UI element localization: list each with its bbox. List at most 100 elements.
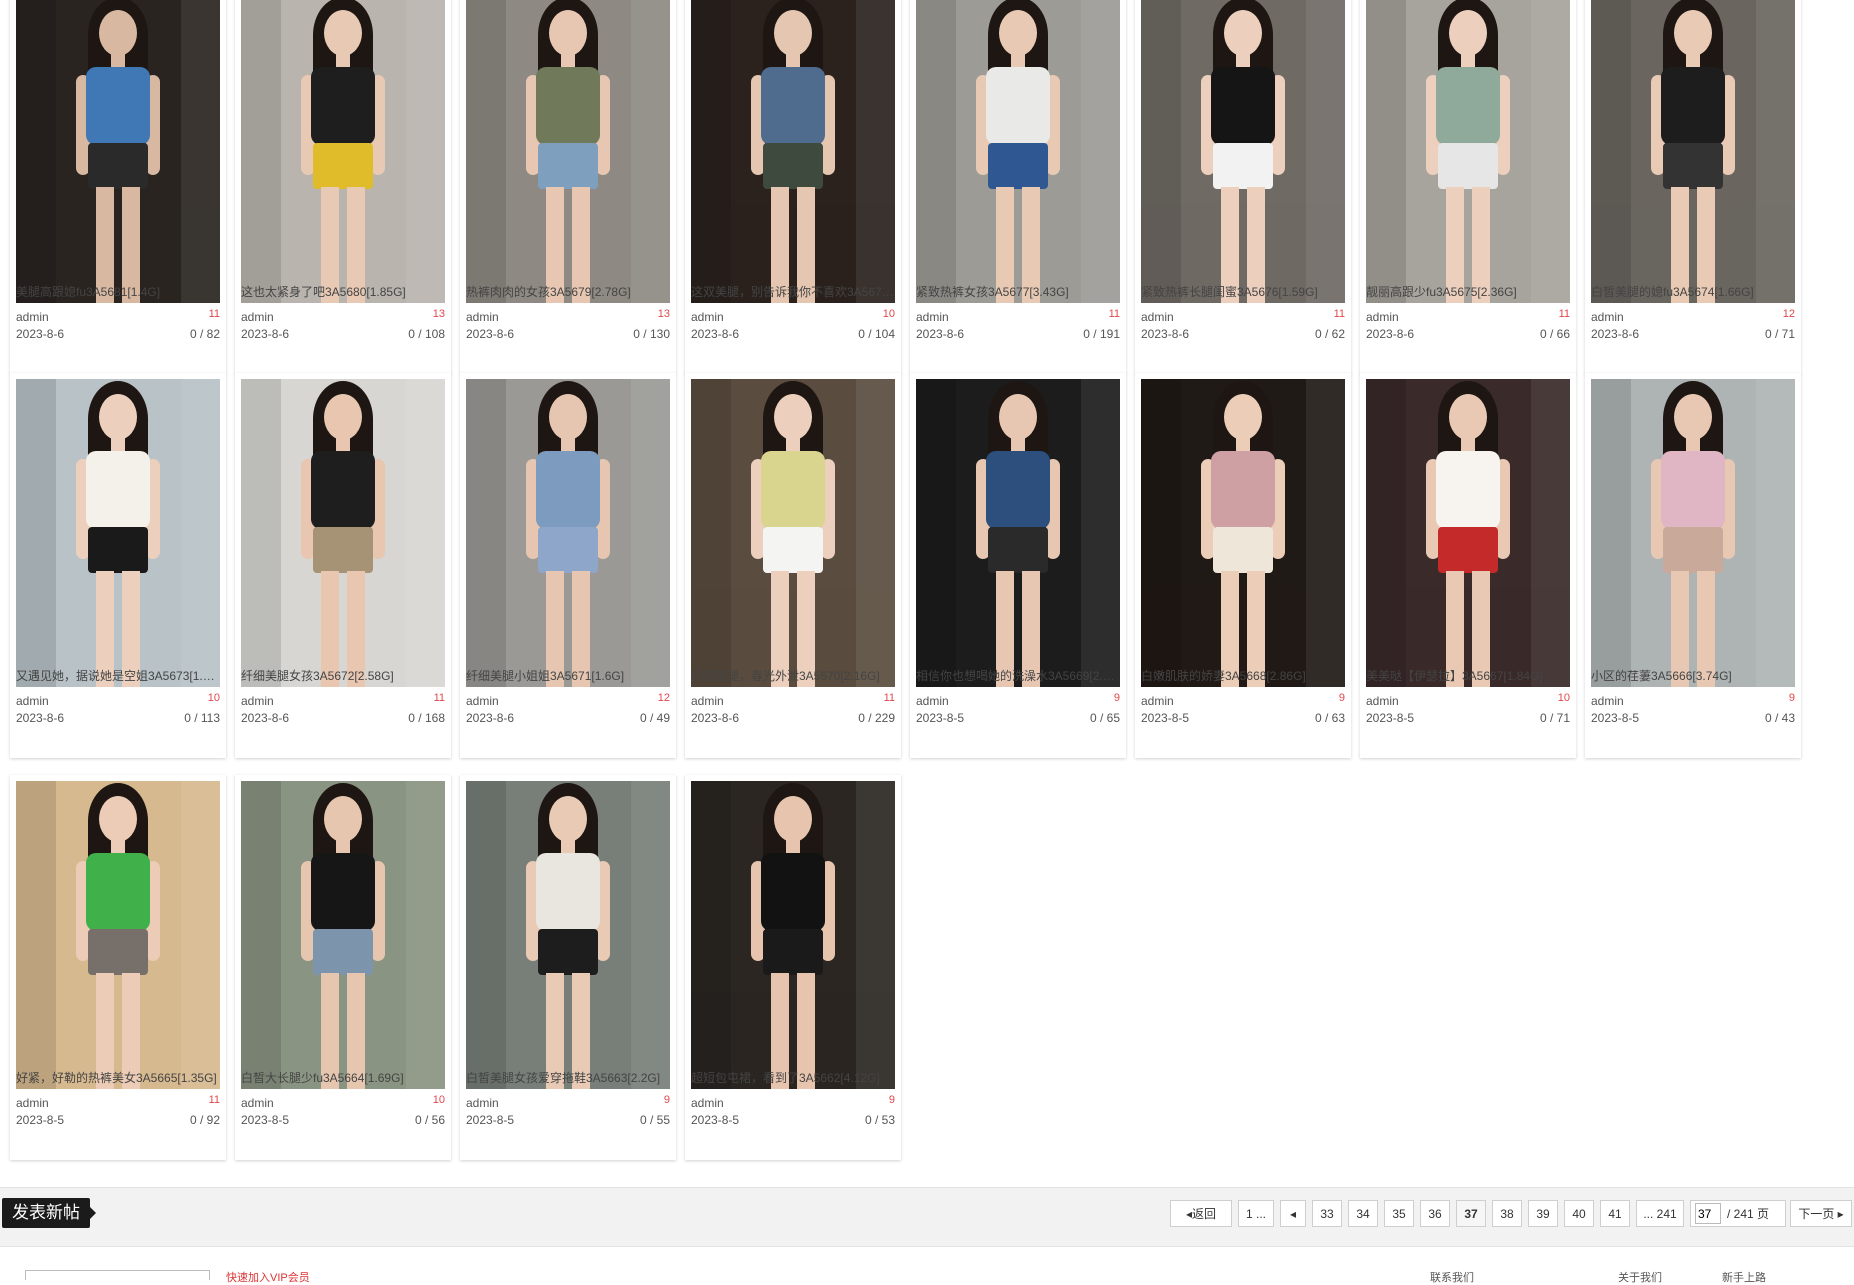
footer-vip-link[interactable]: 快速加入VIP会员: [226, 1269, 310, 1285]
new-post-button[interactable]: 发表新帖: [2, 1198, 96, 1228]
thread-card[interactable]: 好紧，好勒的热裤美女3A5665[1.35G] admin 11 2023-8-5 0 …: [10, 775, 226, 1160]
thread-thumbnail[interactable]: [691, 0, 895, 303]
thread-thumbnail[interactable]: [241, 379, 445, 687]
thread-thumbnail[interactable]: [466, 379, 670, 687]
page-40[interactable]: 40: [1564, 1200, 1594, 1227]
thread-card[interactable]: 相信你也想喝她的洗澡水3A5669[2.31G] admin 9 2023-8-5 0 …: [910, 373, 1126, 758]
thread-card[interactable]: 小区的荏萋3A5666[3.74G] admin 9 2023-8-5 0 / 43: [1585, 373, 1801, 758]
page-33[interactable]: 33: [1312, 1200, 1342, 1227]
thread-author[interactable]: admin: [241, 694, 274, 708]
thread-thumbnail[interactable]: [16, 781, 220, 1089]
thread-thumbnail[interactable]: [1591, 0, 1795, 303]
thread-author[interactable]: admin: [1591, 310, 1624, 324]
prev-page-button[interactable]: ◂: [1280, 1200, 1306, 1227]
thread-author[interactable]: admin: [1141, 310, 1174, 324]
page-34[interactable]: 34: [1348, 1200, 1378, 1227]
thread-thumbnail[interactable]: [466, 781, 670, 1089]
thread-thumbnail[interactable]: [466, 0, 670, 303]
thread-title[interactable]: 紧致热裤长腿闺蜜3A5676[1.59G]: [1141, 285, 1345, 299]
footer-contact[interactable]: 联系我们: [1430, 1269, 1474, 1285]
thread-thumbnail[interactable]: [691, 781, 895, 1089]
page-35[interactable]: 35: [1384, 1200, 1414, 1227]
thread-author[interactable]: admin: [1366, 310, 1399, 324]
footer-newbie[interactable]: 新手上路: [1722, 1269, 1766, 1285]
thread-card[interactable]: 靓丽高跟少fu3A5675[2.36G] admin 11 2023-8-6 0 / 6…: [1360, 0, 1576, 374]
thread-title[interactable]: 紧致热裤女孩3A5677[3.43G]: [916, 285, 1120, 299]
thread-title[interactable]: 这也太紧身了吧3A5680[1.85G]: [241, 285, 445, 299]
thread-thumbnail[interactable]: [691, 379, 895, 687]
thread-title[interactable]: 热裤肉肉的女孩3A5679[2.78G]: [466, 285, 670, 299]
thread-card[interactable]: 超短包屯裙，看到了3A5662[4.12G] admin 9 2023-8-5 0 / …: [685, 775, 901, 1160]
thread-title[interactable]: 靓丽高跟少fu3A5675[2.36G]: [1366, 285, 1570, 299]
thread-title[interactable]: 又遇见她，据说她是空姐3A5673[1.52G]: [16, 669, 220, 683]
thread-thumbnail[interactable]: [916, 379, 1120, 687]
thread-card[interactable]: 这也太紧身了吧3A5680[1.85G] admin 13 2023-8-6 0 / 1…: [235, 0, 451, 374]
thread-author[interactable]: admin: [466, 310, 499, 324]
thread-author[interactable]: admin: [16, 694, 49, 708]
footer-about[interactable]: 关于我们: [1618, 1269, 1662, 1285]
thread-thumbnail[interactable]: [241, 0, 445, 303]
thread-card[interactable]: 紧致热裤女孩3A5677[3.43G] admin 11 2023-8-6 0 / 19…: [910, 0, 1126, 374]
page-38[interactable]: 38: [1492, 1200, 1522, 1227]
thread-title[interactable]: 白嫩肌肤的娇妻3A5668[2.86G]: [1141, 669, 1345, 683]
thread-card[interactable]: 美美哒【伊瑟拉】3A5667[1.84G] admin 10 2023-8-5 0 / …: [1360, 373, 1576, 758]
thread-card[interactable]: 紧致热裤长腿闺蜜3A5676[1.59G] admin 11 2023-8-6 0 / …: [1135, 0, 1351, 374]
thread-card[interactable]: 美腿高跟媳fu3A5681[1.4G] admin 11 2023-8-6 0 / 82: [10, 0, 226, 374]
thread-card[interactable]: 白皙美腿的媳fu3A5674[1.66G] admin 12 2023-8-6 0 / …: [1585, 0, 1801, 374]
thread-thumbnail[interactable]: [1141, 0, 1345, 303]
page-41[interactable]: 41: [1600, 1200, 1630, 1227]
thread-title[interactable]: 好紧，好勒的热裤美女3A5665[1.35G]: [16, 1071, 220, 1085]
thread-card[interactable]: 又遇见她，据说她是空姐3A5673[1.52G] admin 10 2023-8-6 0…: [10, 373, 226, 758]
page-jump-input[interactable]: [1695, 1203, 1721, 1224]
thread-thumbnail[interactable]: [1141, 379, 1345, 687]
thread-title[interactable]: 美腿高跟媳fu3A5681[1.4G]: [16, 285, 220, 299]
thread-title[interactable]: 白皙美腿女孩爱穿拖鞋3A5663[2.2G]: [466, 1071, 670, 1085]
thread-author[interactable]: admin: [466, 1096, 499, 1110]
thread-card[interactable]: 白皙美腿，春光外泄3A5670[2.16G] admin 11 2023-8-6 0 /…: [685, 373, 901, 758]
thread-title[interactable]: 小区的荏萋3A5666[3.74G]: [1591, 669, 1795, 683]
thread-title[interactable]: 白皙大长腿少fu3A5664[1.69G]: [241, 1071, 445, 1085]
thread-title[interactable]: 这双美腿，别告诉我你不喜欢3A5678[1.63G]: [691, 285, 895, 299]
thread-author[interactable]: admin: [1591, 694, 1624, 708]
thread-thumbnail[interactable]: [1366, 379, 1570, 687]
thread-author[interactable]: admin: [241, 310, 274, 324]
thread-author[interactable]: admin: [466, 694, 499, 708]
thread-title[interactable]: 白皙美腿，春光外泄3A5670[2.16G]: [691, 669, 895, 683]
thread-card[interactable]: 这双美腿，别告诉我你不喜欢3A5678[1.63G] admin 10 2023-8-…: [685, 0, 901, 374]
thread-author[interactable]: admin: [1141, 694, 1174, 708]
thread-title[interactable]: 超短包屯裙，看到了3A5662[4.12G]: [691, 1071, 895, 1085]
thread-author[interactable]: admin: [691, 1096, 724, 1110]
thread-card[interactable]: 热裤肉肉的女孩3A5679[2.78G] admin 13 2023-8-6 0 / 1…: [460, 0, 676, 374]
thread-author[interactable]: admin: [16, 1096, 49, 1110]
thread-author[interactable]: admin: [691, 310, 724, 324]
thread-thumbnail[interactable]: [1591, 379, 1795, 687]
thread-thumbnail[interactable]: [16, 0, 220, 303]
thread-author[interactable]: admin: [241, 1096, 274, 1110]
image-count-badge: 12: [1782, 308, 1795, 320]
thread-title[interactable]: 美美哒【伊瑟拉】3A5667[1.84G]: [1366, 669, 1570, 683]
thread-card[interactable]: 纤细美腿女孩3A5672[2.58G] admin 11 2023-8-6 0 / 16…: [235, 373, 451, 758]
thread-card[interactable]: 白皙美腿女孩爱穿拖鞋3A5663[2.2G] admin 9 2023-8-5 0 / …: [460, 775, 676, 1160]
thread-card[interactable]: 白皙大长腿少fu3A5664[1.69G] admin 10 2023-8-5 0 / …: [235, 775, 451, 1160]
thread-card[interactable]: 白嫩肌肤的娇妻3A5668[2.86G] admin 9 2023-8-5 0 / 63: [1135, 373, 1351, 758]
page-36[interactable]: 36: [1420, 1200, 1450, 1227]
thread-title[interactable]: 纤细美腿女孩3A5672[2.58G]: [241, 669, 445, 683]
thread-thumbnail[interactable]: [916, 0, 1120, 303]
thread-card[interactable]: 纤细美腿小姐姐3A5671[1.6G] admin 12 2023-8-6 0 / 49: [460, 373, 676, 758]
thread-author[interactable]: admin: [691, 694, 724, 708]
page-first[interactable]: 1 ...: [1238, 1200, 1274, 1227]
thread-thumbnail[interactable]: [241, 781, 445, 1089]
thread-author[interactable]: admin: [916, 310, 949, 324]
thread-thumbnail[interactable]: [16, 379, 220, 687]
thread-thumbnail[interactable]: [1366, 0, 1570, 303]
next-page-button[interactable]: 下一页 ▸: [1790, 1200, 1852, 1227]
back-button[interactable]: ◂返回: [1170, 1200, 1232, 1227]
page-39[interactable]: 39: [1528, 1200, 1558, 1227]
thread-title[interactable]: 纤细美腿小姐姐3A5671[1.6G]: [466, 669, 670, 683]
thread-author[interactable]: admin: [16, 310, 49, 324]
thread-author[interactable]: admin: [1366, 694, 1399, 708]
thread-title[interactable]: 白皙美腿的媳fu3A5674[1.66G]: [1591, 285, 1795, 299]
thread-title[interactable]: 相信你也想喝她的洗澡水3A5669[2.31G]: [916, 669, 1120, 683]
thread-author[interactable]: admin: [916, 694, 949, 708]
page-last[interactable]: ... 241: [1636, 1200, 1684, 1227]
